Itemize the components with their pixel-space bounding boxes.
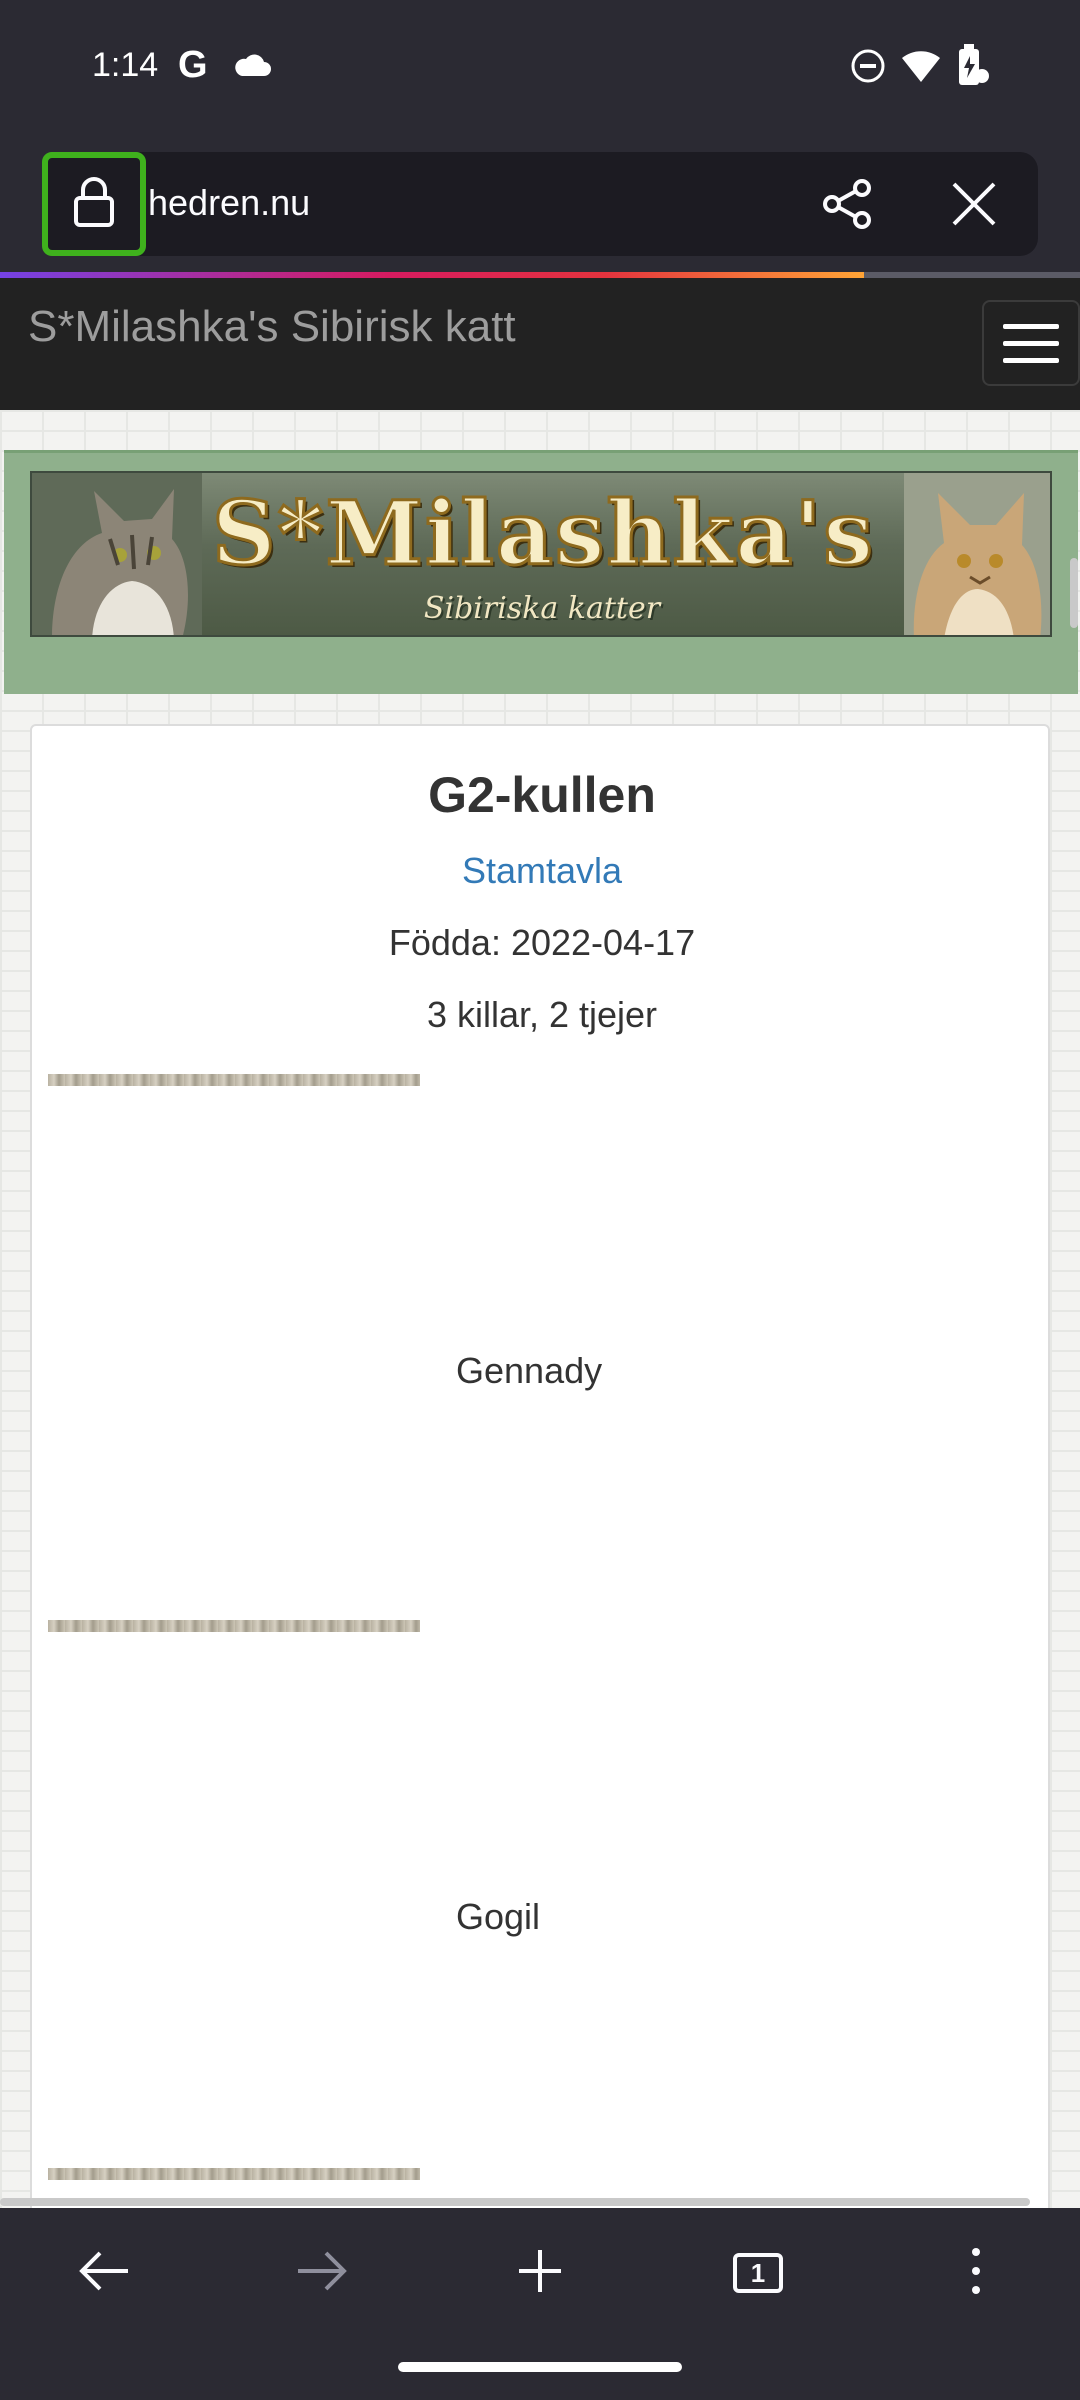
menu-button[interactable] [916,2208,1036,2338]
cloud-icon [232,52,272,83]
kitten-image[interactable] [48,2168,420,2180]
status-time: 1:14 [92,46,159,84]
status-bar: 1:14 G [0,0,1080,140]
birth-date: Födda: 2022-04-17 [388,922,696,963]
litter-heading: G2-kullen [428,767,656,823]
banner-container: S*Milashka's Sibiriska katter [4,450,1078,694]
menu-icon [970,2246,982,2301]
share-button[interactable] [818,174,878,234]
battery-charging-icon [956,44,990,93]
close-button[interactable] [944,174,1004,234]
cat-left-image [32,473,202,635]
litter-card: G2-kullen Stamtavla Födda: 2022-04-17 3 … [30,724,1050,2208]
tabs-icon: 1 [733,2253,783,2293]
wifi-icon [900,48,942,89]
banner-title: S*Milashka's [211,480,875,587]
do-not-disturb-icon [850,48,886,89]
horizontal-scrollbar[interactable] [0,2198,1030,2206]
hamburger-icon-bar [1003,357,1059,363]
share-icon [818,179,878,238]
forward-arrow-icon [294,2249,350,2298]
site-banner-image: S*Milashka's Sibiriska katter [30,471,1052,637]
site-navbar: S*Milashka's Sibirisk katt [0,278,1080,410]
tabs-button[interactable]: 1 [698,2208,818,2338]
vertical-scrollbar[interactable] [1070,558,1078,628]
back-button[interactable] [44,2208,164,2338]
browser-toolbar: 1 [0,2208,1080,2338]
home-indicator[interactable] [398,2362,682,2372]
hamburger-icon-bar [1003,323,1059,329]
kitten-image[interactable] [48,1620,420,1632]
plus-icon [515,2246,565,2301]
litter-count: 3 killar, 2 tjejer [426,994,658,1035]
cat-right-image [904,473,1050,635]
site-security-button[interactable] [42,152,146,256]
close-icon [944,182,1004,238]
web-content[interactable]: S*Milashka's Sibirisk katt S*Milashka's … [0,278,1080,2208]
back-arrow-icon [76,2249,132,2298]
google-icon: G [176,44,212,89]
site-brand-link[interactable]: S*Milashka's Sibirisk katt [28,302,516,352]
kitten-name: Gogil [456,1896,541,1937]
pedigree-link[interactable]: Stamtavla [32,850,1052,892]
kitten-name: Gennady [456,1350,603,1391]
screen: 1:14 G hedren.nu S*Milashka's Sibirisk k… [0,0,1080,2400]
url-text[interactable]: hedren.nu [148,182,310,224]
banner-subtitle: Sibiriska katter [423,591,661,626]
hamburger-icon-bar [1003,340,1059,346]
kitten-image[interactable] [48,1074,420,1086]
forward-button[interactable] [262,2208,382,2338]
lock-icon [72,176,116,233]
url-bar[interactable]: hedren.nu [42,152,1038,256]
svg-text:G: G [178,44,208,84]
new-tab-button[interactable] [480,2208,600,2338]
nav-menu-toggle-button[interactable] [982,300,1080,386]
